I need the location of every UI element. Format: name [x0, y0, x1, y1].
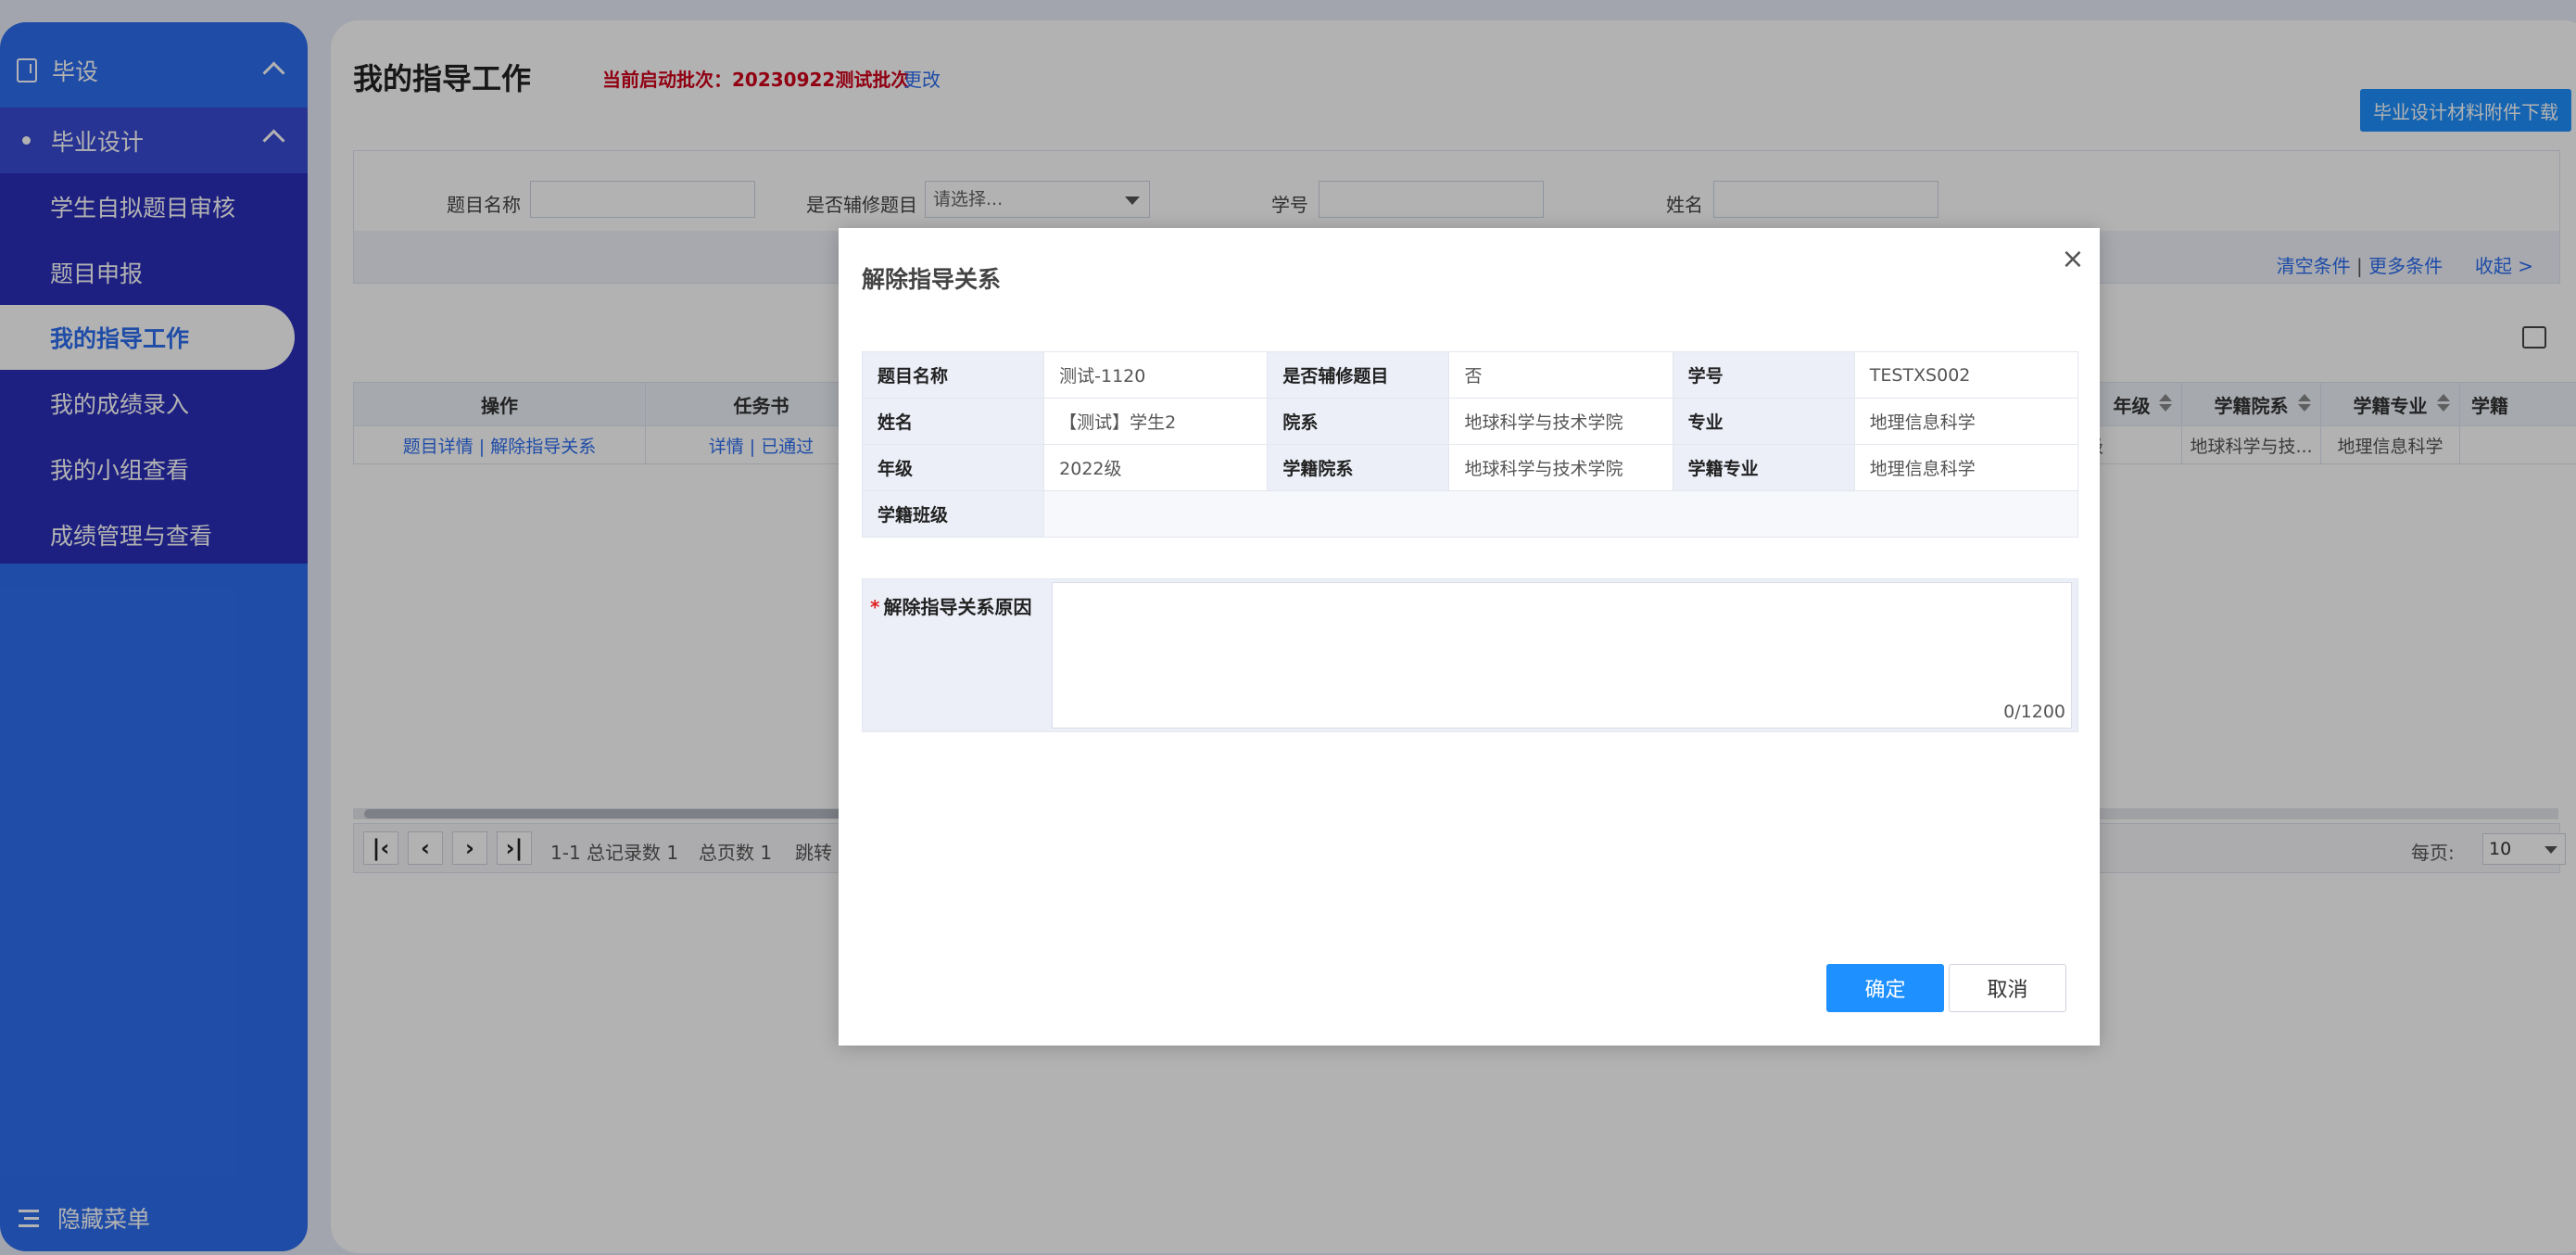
dialog-title: 解除指导关系 [862, 266, 1002, 293]
required-mark: * [870, 596, 880, 618]
reason-label: * 解除指导关系原因 [870, 596, 1032, 618]
info-value: 2022级 [1043, 444, 1269, 491]
release-guidance-dialog: 解除指导关系 × 题目名称 测试-1120 是否辅修题目 否 学号 TESTXS… [839, 228, 2100, 1046]
info-key: 学号 [1672, 351, 1855, 399]
info-value: 否 [1448, 351, 1673, 399]
info-key: 专业 [1672, 398, 1855, 445]
info-value: TESTXS002 [1853, 351, 2079, 399]
info-value [1043, 490, 2078, 538]
info-value: 地球科学与技术学院 [1448, 444, 1673, 491]
info-key: 学籍班级 [861, 490, 1045, 538]
info-value: 测试-1120 [1043, 351, 1269, 399]
info-value: 地理信息科学 [1853, 444, 2079, 491]
info-key: 院系 [1267, 398, 1450, 445]
info-key: 姓名 [861, 398, 1045, 445]
reason-textarea[interactable]: 0/1200 [1052, 582, 2072, 729]
info-value: 地球科学与技术学院 [1448, 398, 1673, 445]
info-value: 【测试】学生2 [1043, 398, 1269, 445]
info-value: 地理信息科学 [1853, 398, 2079, 445]
close-icon[interactable]: × [2060, 246, 2086, 273]
info-key: 学籍院系 [1267, 444, 1450, 491]
info-row: 题目名称 测试-1120 是否辅修题目 否 学号 TESTXS002 [861, 351, 2079, 399]
reason-field: * 解除指导关系原因 0/1200 [862, 578, 2078, 732]
info-row: 年级 2022级 学籍院系 地球科学与技术学院 学籍专业 地理信息科学 [861, 444, 2079, 491]
confirm-button[interactable]: 确定 [1826, 964, 1944, 1012]
info-key: 题目名称 [861, 351, 1045, 399]
student-info-table: 题目名称 测试-1120 是否辅修题目 否 学号 TESTXS002 姓名 【测… [861, 351, 2079, 538]
info-key: 年级 [861, 444, 1045, 491]
char-counter: 0/1200 [2003, 702, 2065, 722]
info-key: 是否辅修题目 [1267, 351, 1450, 399]
cancel-button[interactable]: 取消 [1949, 964, 2066, 1012]
info-key: 学籍专业 [1672, 444, 1855, 491]
info-row: 姓名 【测试】学生2 院系 地球科学与技术学院 专业 地理信息科学 [861, 398, 2079, 445]
info-row: 学籍班级 [861, 490, 2078, 538]
